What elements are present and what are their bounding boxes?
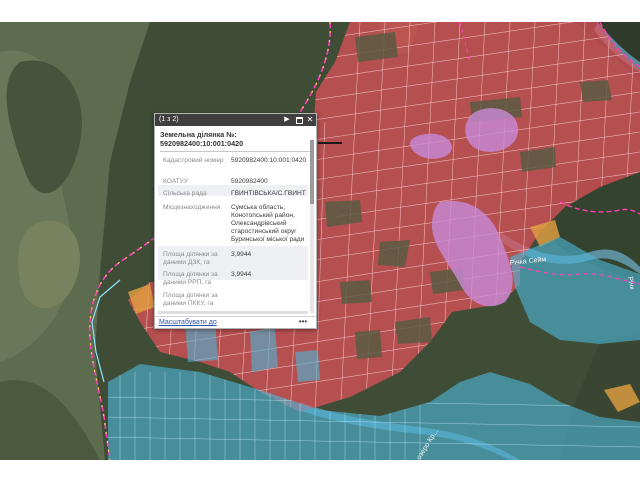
attribute-label: Площа ділянки за даними ДЗК, га <box>163 251 218 266</box>
popup-vertical-scrollbar[interactable] <box>310 140 314 313</box>
restore-window-icon[interactable] <box>295 115 303 124</box>
popup-title-heading: Земельна ділянка №: <box>160 130 237 139</box>
attribute-value: 5920982400:10:001:0420 <box>231 157 307 164</box>
attribute-label: Кадастровий номер <box>163 157 224 164</box>
popup-horizontal-scrollbar[interactable] <box>158 311 308 314</box>
popup-titlebar: (1 з 2) ▶ ✕ <box>155 114 316 126</box>
attribute-label: Місцезнаходження <box>163 204 221 211</box>
zoom-to-link[interactable]: Масштабувати до <box>159 318 217 327</box>
play-icon[interactable]: ▶ <box>283 115 291 124</box>
map-view[interactable]: Річка Сейм озеро Кр... Річк <box>0 22 640 460</box>
attribute-label: Площа ділянки за даними РРП, га <box>163 271 218 286</box>
popup-title: Земельна ділянка №: 5920982400:10:001:04… <box>160 130 310 148</box>
popup-content: Земельна ділянка №: 5920982400:10:001:04… <box>155 126 316 316</box>
attribute-value: 3,9944 <box>231 251 252 258</box>
scrollbar-thumb[interactable] <box>310 140 314 204</box>
ellipsis-icon[interactable]: ••• <box>295 317 311 326</box>
popup-title-parcel-number: 5920982400:10:001:0420 <box>160 139 244 148</box>
close-icon[interactable]: ✕ <box>306 115 314 124</box>
attribute-label: Сільська рада <box>163 190 207 197</box>
popup-feature-counter: (1 з 2) <box>159 116 179 123</box>
attribute-label: КОАТУУ <box>163 178 189 185</box>
attribute-label: Площа ділянки за даними ПККУ, га <box>163 292 218 307</box>
attribute-value: ГВИНТІВСЬКА/С.ГВИНТ <box>231 190 306 197</box>
parcel-info-popup: (1 з 2) ▶ ✕ Земельна ділянка №: 59209824… <box>154 113 317 329</box>
popup-footer: Масштабувати до ••• <box>155 316 316 328</box>
popup-divider <box>160 151 310 152</box>
attribute-value: Сумська область, Конотопський район, Оле… <box>231 204 305 243</box>
attribute-value: 3,9944 <box>231 271 252 278</box>
attribute-value: 5920982400 <box>231 178 268 185</box>
